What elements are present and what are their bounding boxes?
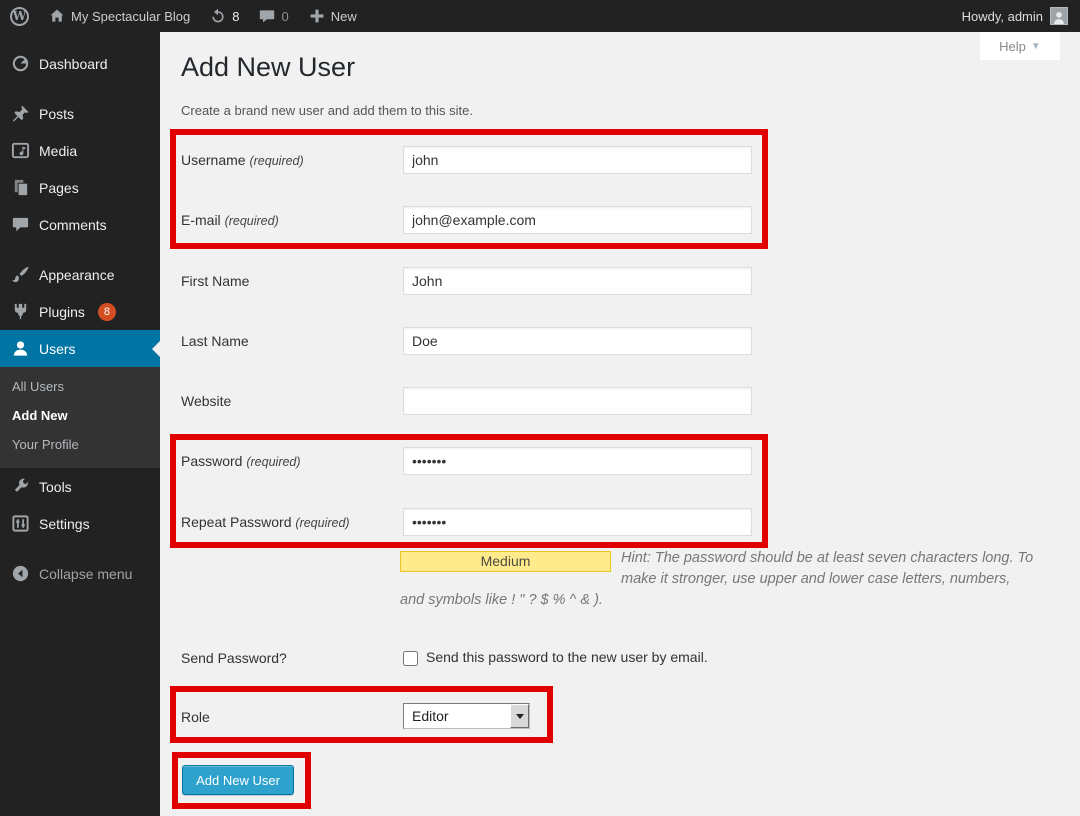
sidebar-item-tools[interactable]: Tools xyxy=(0,468,160,505)
new-label: New xyxy=(331,9,357,24)
password-input[interactable] xyxy=(403,447,752,475)
page-subtitle: Create a brand new user and add them to … xyxy=(181,103,473,118)
password-label: Password (required) xyxy=(181,453,301,469)
user-silhouette-icon xyxy=(1052,10,1066,24)
submenu-item-all-users[interactable]: All Users xyxy=(0,372,160,401)
site-name-link[interactable]: My Spectacular Blog xyxy=(39,0,200,32)
help-label: Help xyxy=(999,39,1026,54)
sidebar-item-label: Tools xyxy=(39,479,72,495)
sidebar-item-label: Users xyxy=(39,341,76,357)
sidebar-item-label: Comments xyxy=(39,217,107,233)
repeat-password-input[interactable] xyxy=(403,508,752,536)
first-name-input[interactable] xyxy=(403,267,752,295)
sidebar-item-appearance[interactable]: Appearance xyxy=(0,256,160,293)
submenu-item-your-profile[interactable]: Your Profile xyxy=(0,430,160,459)
password-strength-meter: Medium xyxy=(400,551,611,572)
users-submenu: All Users Add New Your Profile xyxy=(0,367,160,468)
sidebar-item-posts[interactable]: Posts xyxy=(0,95,160,132)
paintbrush-icon xyxy=(11,265,30,284)
collapse-menu-button[interactable]: Collapse menu xyxy=(0,555,160,592)
media-icon xyxy=(11,141,30,160)
admin-sidebar: Dashboard Posts Media Pages Comments App… xyxy=(0,32,160,816)
send-password-label: Send Password? xyxy=(181,650,287,666)
sidebar-item-settings[interactable]: Settings xyxy=(0,505,160,542)
repeat-password-label: Repeat Password (required) xyxy=(181,514,350,530)
help-tab[interactable]: Help ▼ xyxy=(980,32,1060,60)
update-count: 8 xyxy=(232,9,239,24)
updates-link[interactable]: 8 xyxy=(200,0,249,32)
wp-logo-menu[interactable]: W xyxy=(0,0,39,32)
plugin-icon xyxy=(11,302,30,321)
sidebar-item-media[interactable]: Media xyxy=(0,132,160,169)
sidebar-item-plugins[interactable]: Plugins 8 xyxy=(0,293,160,330)
updates-icon xyxy=(210,8,226,24)
sidebar-item-label: Dashboard xyxy=(39,56,108,72)
menu-spacer xyxy=(0,82,160,95)
role-label: Role xyxy=(181,709,210,725)
menu-spacer xyxy=(0,32,160,45)
plugin-update-badge: 8 xyxy=(98,303,116,321)
email-input[interactable] xyxy=(403,206,752,234)
select-dropdown-arrow-icon[interactable] xyxy=(510,704,529,728)
main-content: Help ▼ Add New User Create a brand new u… xyxy=(160,32,1080,816)
sidebar-item-label: Plugins xyxy=(39,304,85,320)
username-label: Username (required) xyxy=(181,152,304,168)
sidebar-item-pages[interactable]: Pages xyxy=(0,169,160,206)
password-hint-block: Medium Hint: The password should be at l… xyxy=(400,548,1036,611)
comments-link[interactable]: 0 xyxy=(249,0,298,32)
new-content-menu[interactable]: New xyxy=(299,0,367,32)
plus-icon xyxy=(309,8,325,24)
page-title: Add New User xyxy=(181,52,355,83)
sidebar-item-dashboard[interactable]: Dashboard xyxy=(0,45,160,82)
comments-icon xyxy=(11,215,30,234)
sidebar-item-label: Media xyxy=(39,143,77,159)
collapse-menu-label: Collapse menu xyxy=(39,566,132,582)
send-password-checkbox-label: Send this password to the new user by em… xyxy=(426,649,708,665)
sidebar-item-label: Settings xyxy=(39,516,90,532)
site-name-label: My Spectacular Blog xyxy=(71,9,190,24)
pages-icon xyxy=(11,178,30,197)
home-icon xyxy=(49,8,65,24)
dashboard-icon xyxy=(11,54,30,73)
wordpress-logo-icon: W xyxy=(10,7,29,26)
account-menu[interactable]: Howdy, admin xyxy=(950,7,1080,25)
pushpin-icon xyxy=(11,104,30,123)
collapse-arrow-icon xyxy=(11,564,30,583)
howdy-label: Howdy, admin xyxy=(962,9,1043,24)
send-password-checkbox[interactable] xyxy=(403,651,418,666)
last-name-input[interactable] xyxy=(403,327,752,355)
email-label: E-mail (required) xyxy=(181,212,279,228)
sidebar-item-users[interactable]: Users xyxy=(0,330,160,367)
chevron-down-icon: ▼ xyxy=(1031,41,1041,52)
comment-count: 0 xyxy=(281,9,288,24)
users-icon xyxy=(11,339,30,358)
sidebar-item-label: Pages xyxy=(39,180,79,196)
website-input[interactable] xyxy=(403,387,752,415)
first-name-label: First Name xyxy=(181,273,249,289)
username-input[interactable] xyxy=(403,146,752,174)
comment-bubble-icon xyxy=(259,8,275,24)
wrench-icon xyxy=(11,477,30,496)
role-selected-value: Editor xyxy=(404,704,510,728)
avatar xyxy=(1050,7,1068,25)
sidebar-item-label: Posts xyxy=(39,106,74,122)
website-label: Website xyxy=(181,393,231,409)
menu-spacer xyxy=(0,243,160,256)
submenu-item-add-new[interactable]: Add New xyxy=(0,401,160,430)
sidebar-item-comments[interactable]: Comments xyxy=(0,206,160,243)
sidebar-item-label: Appearance xyxy=(39,267,115,283)
add-new-user-button[interactable]: Add New User xyxy=(182,765,294,795)
admin-bar: W My Spectacular Blog 8 0 New Howdy, adm… xyxy=(0,0,1080,32)
last-name-label: Last Name xyxy=(181,333,249,349)
settings-sliders-icon xyxy=(11,514,30,533)
role-select[interactable]: Editor xyxy=(403,703,530,729)
